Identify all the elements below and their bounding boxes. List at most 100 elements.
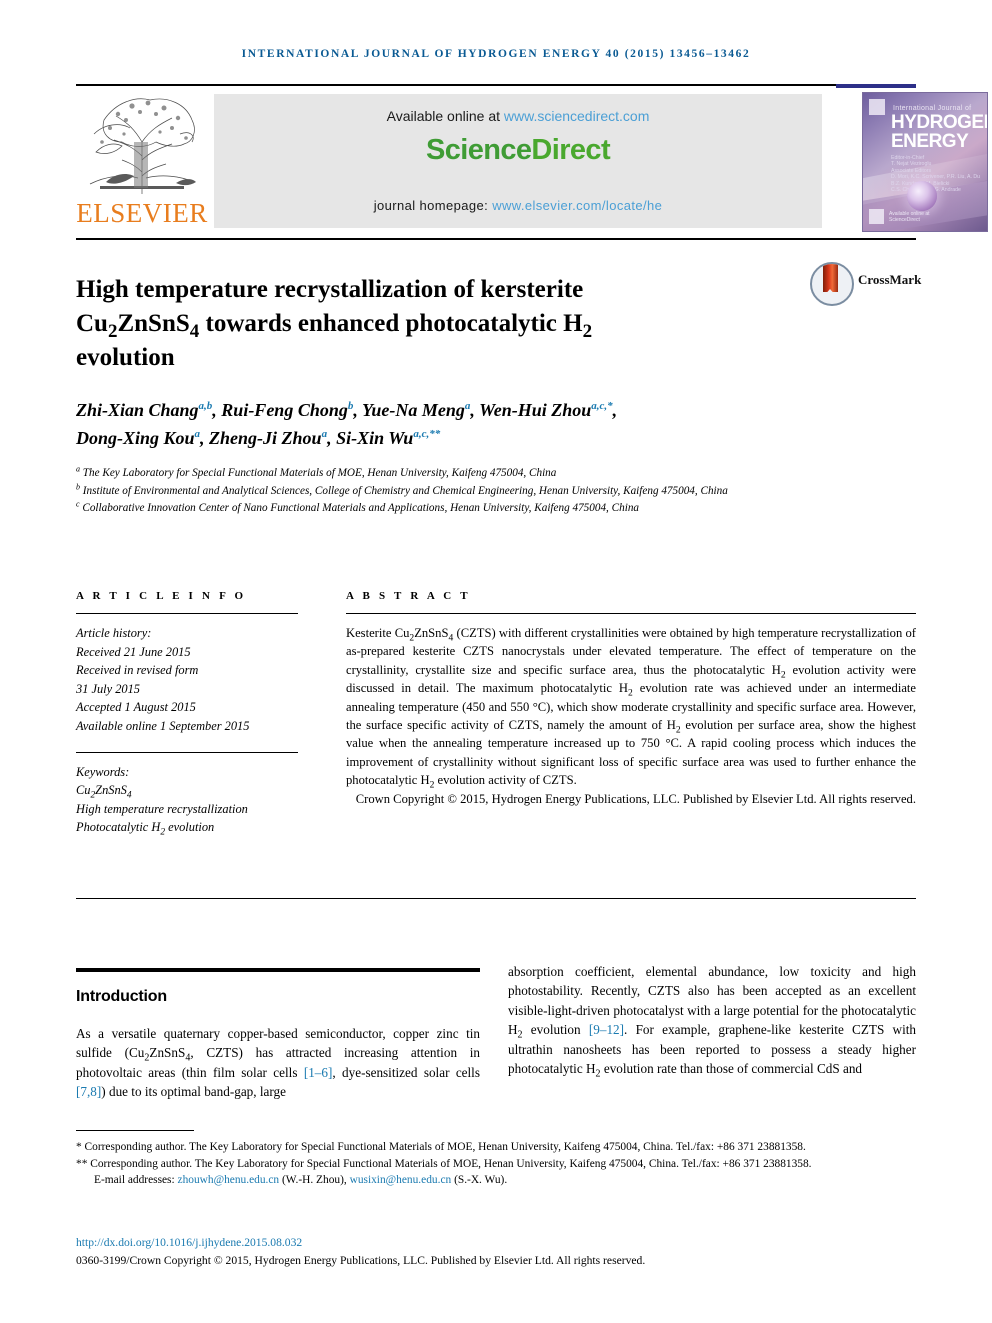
sciencedirect-logo-part2: Direct xyxy=(531,134,611,166)
cover-orb-graphic xyxy=(907,181,937,211)
affiliation-list: a The Key Laboratory for Special Functio… xyxy=(76,465,776,518)
elsevier-wordmark: ELSEVIER xyxy=(76,198,208,228)
title-line-2-znsns: ZnSnS xyxy=(117,309,190,337)
journal-homepage-line: journal homepage: www.elsevier.com/locat… xyxy=(214,198,822,213)
affiliation-text: Institute of Environmental and Analytica… xyxy=(82,484,728,497)
email-link-1[interactable]: zhouwh@henu.edu.cn xyxy=(178,1174,280,1186)
title-line-1: High temperature recrystallization of ke… xyxy=(76,275,584,303)
crossmark-badge[interactable]: CrossMark xyxy=(810,262,930,306)
sciencedirect-logo[interactable]: ScienceDirect xyxy=(214,134,822,167)
affiliation-mark: b xyxy=(76,481,80,491)
affiliation-text: Collaborative Innovation Center of Nano … xyxy=(82,502,640,515)
citation-link[interactable]: [1–6] xyxy=(304,1065,333,1080)
introduction-rule xyxy=(76,968,480,972)
footnote-block: * Corresponding author. The Key Laborato… xyxy=(76,1139,920,1189)
author-name: Si-Xin Wu xyxy=(336,428,414,448)
sciencedirect-panel: Available online at www.sciencedirect.co… xyxy=(214,94,822,228)
cover-editor-meta: Editor-in-Chief T. Nejat Veziroglu Assoc… xyxy=(891,155,980,194)
author-name: Zheng-Ji Zhou xyxy=(209,428,322,448)
title-line-2-rest: towards enhanced photocatalytic H xyxy=(199,309,583,337)
top-rule-accent xyxy=(836,84,916,88)
body-column-left: Introduction As a versatile quaternary c… xyxy=(76,968,480,1102)
footnote-rule xyxy=(76,1130,194,1132)
doi-link[interactable]: http://dx.doi.org/10.1016/j.ijhydene.201… xyxy=(76,1236,920,1249)
cover-title-line1: HYDROGEN xyxy=(891,112,988,133)
available-online-line: Available online at www.sciencedirect.co… xyxy=(214,108,822,124)
abstract-heading: A B S T R A C T xyxy=(346,590,471,602)
history-item: Received in revised form xyxy=(76,663,199,678)
masthead: ELSEVIER Available online at www.science… xyxy=(76,90,988,232)
citation-link[interactable]: [7,8] xyxy=(76,1084,101,1099)
author-name: Dong-Xing Kou xyxy=(76,428,195,448)
article-page: INTERNATIONAL JOURNAL OF HYDROGEN ENERGY… xyxy=(0,0,992,1323)
top-rule xyxy=(76,84,916,86)
abstract-copyright: Crown Copyright © 2015, Hydrogen Energy … xyxy=(355,791,916,806)
journal-homepage-link[interactable]: www.elsevier.com/locate/he xyxy=(492,198,662,213)
title-sub-h2: 2 xyxy=(582,320,593,342)
citation-link[interactable]: [9–12] xyxy=(589,1022,624,1037)
abstract-divider xyxy=(346,613,916,614)
keywords-block: Keywords: Cu2ZnSnS4 High temperature rec… xyxy=(76,763,298,838)
article-info-column: A R T I C L E I N F O Article history: R… xyxy=(76,590,298,838)
title-sub-4: 4 xyxy=(189,320,200,342)
author-name: Rui-Feng Chong xyxy=(221,400,348,420)
affiliation-item: c Collaborative Innovation Center of Nan… xyxy=(76,500,776,518)
author-name: Wen-Hui Zhou xyxy=(479,400,592,420)
crossmark-icon xyxy=(810,262,854,306)
elsevier-tree-icon xyxy=(80,90,204,200)
cover-journal-kicker: International Journal of xyxy=(893,105,972,112)
journal-cover-thumbnail[interactable]: International Journal of HYDROGEN ENERGY… xyxy=(862,92,988,232)
author-name: Zhi-Xian Chang xyxy=(76,400,199,420)
abstract-column: A B S T R A C T Kesterite Cu2ZnSnS4 (CZT… xyxy=(346,590,916,808)
running-head: INTERNATIONAL JOURNAL OF HYDROGEN ENERGY… xyxy=(241,48,751,60)
available-online-prefix: Available online at xyxy=(386,108,504,124)
email-addresses-label: E-mail addresses: xyxy=(94,1174,175,1187)
crossmark-ribbon-notch xyxy=(823,289,837,297)
title-line-3: evolution xyxy=(76,343,175,371)
keyword-item: Photocatalytic H2 evolution xyxy=(76,820,215,838)
crossmark-label: CrossMark xyxy=(858,272,922,287)
footnote-item: * Corresponding author. The Key Laborato… xyxy=(76,1141,806,1153)
affiliation-mark: c xyxy=(76,499,80,509)
keywords-divider xyxy=(76,751,298,753)
title-line-2-cu: Cu xyxy=(76,309,108,337)
cover-journal-title: HYDROGEN ENERGY xyxy=(891,112,988,152)
author-sep: , xyxy=(327,428,337,448)
body-column-right: absorption coefficient, elemental abunda… xyxy=(508,962,916,1080)
sciencedirect-logo-part1: Science xyxy=(425,134,532,166)
affiliation-mark: a xyxy=(76,464,80,474)
article-history-label: Article history: xyxy=(76,626,152,640)
footnote-item: ** Corresponding author. The Key Laborat… xyxy=(76,1157,812,1170)
affiliation-item: b Institute of Environmental and Analyti… xyxy=(76,481,776,501)
article-info-heading: A R T I C L E I N F O xyxy=(76,590,247,602)
email-owner-1: (W.-H. Zhou), xyxy=(281,1174,347,1187)
author-sep: , xyxy=(200,428,210,448)
author-sep: , xyxy=(353,400,363,420)
cover-society-icon xyxy=(869,209,884,224)
email-link-2[interactable]: wusixin@henu.edu.cn xyxy=(350,1174,452,1186)
author-sep: , xyxy=(470,400,480,420)
history-item: Accepted 1 August 2015 xyxy=(76,700,196,715)
history-item: 31 July 2015 xyxy=(76,681,141,696)
affiliation-text: The Key Laboratory for Special Functiona… xyxy=(82,467,557,479)
page-title: High temperature recrystallization of ke… xyxy=(76,273,716,375)
author-sep: , xyxy=(612,400,618,420)
email-owner-2: (S.-X. Wu). xyxy=(454,1174,508,1187)
keyword-item: High temperature recrystallization xyxy=(76,801,248,816)
sciencedirect-url-link[interactable]: www.sciencedirect.com xyxy=(504,108,650,124)
keywords-label: Keywords: xyxy=(76,764,130,779)
crossmark-ribbon-shape xyxy=(823,264,838,292)
introduction-paragraph-right: absorption coefficient, elemental abunda… xyxy=(508,964,916,1080)
masthead-bottom-rule xyxy=(76,238,916,240)
author-affil-marks[interactable]: a,b xyxy=(199,400,213,412)
author-affil-marks[interactable]: a,c,** xyxy=(413,428,440,440)
cover-title-line2: ENERGY xyxy=(891,131,969,152)
mid-page-rule xyxy=(76,898,916,900)
cover-publisher-icon xyxy=(869,99,885,115)
history-item: Available online 1 September 2015 xyxy=(76,718,250,733)
history-item: Received 21 June 2015 xyxy=(76,644,191,659)
author-affil-marks[interactable]: a,c,* xyxy=(591,400,612,412)
elsevier-logo: ELSEVIER xyxy=(76,90,208,232)
introduction-heading: Introduction xyxy=(76,988,167,1005)
keyword-item: Cu2ZnSnS4 xyxy=(76,783,132,801)
